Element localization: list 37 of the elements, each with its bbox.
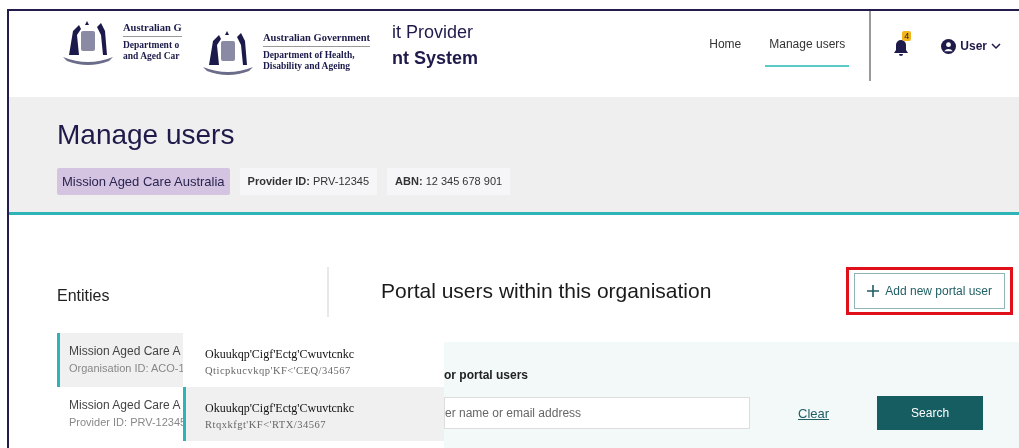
logo-department: and Aged Car [123,51,181,62]
search-label: or portal users [444,367,530,382]
nav-link[interactable]: Manage users [765,37,850,67]
entity-id: Organisation ID: ACO-1 [69,362,185,374]
add-user-button[interactable]: Add new portal user [854,273,1005,309]
popup-item-id: Rtqxkfgt'KF<'RTX/34567 [205,419,327,430]
site-title: it Provider [392,21,475,44]
clear-link[interactable]: Clear [798,405,830,421]
bell-icon [893,39,910,57]
entities-heading: Entities [57,286,111,305]
site-title: nt System [392,47,479,70]
logo-department: Disability and Ageing [263,61,352,72]
popup-item-name: Okuukqp'Cigf'Ectg'Cwuvtcnkc [205,347,356,362]
search-field[interactable]: er name or email address [444,397,750,429]
detail-tag: ABN: 12 345 678 901 [387,168,511,195]
notification-count: 4 [902,31,912,41]
popup-item-id: Qticpkucvkqp'KF<'CEQ/34567 [205,365,352,376]
logo-name: Australian G [123,22,182,37]
user-icon [941,38,957,54]
popup-item[interactable]: Okuukqp'Cigf'Ectg'Cwuvtcnkc Rtqxkfgt'KF<'RTX/34567 [183,387,444,441]
organisation-tag: Mission Aged Care Australia [57,168,230,195]
entity-name: Mission Aged Care A [69,398,182,412]
entity-item[interactable]: Mission Aged Care A Organisation ID: ACO-1 [57,333,185,387]
plus-icon [867,285,880,297]
chevron-down-icon [991,42,1001,50]
popup-item-name: Okuukqp'Cigf'Ectg'Cwuvtcnkc [205,401,356,416]
page-title: Manage users [57,118,236,151]
detail-tag: Provider ID: PRV-12345 [239,168,378,195]
logo-department: Department o [123,40,181,51]
nav-link[interactable]: Home [705,37,746,67]
logo-name: Australian Government [263,32,371,47]
search-button[interactable]: Search [877,396,984,430]
logo-department: Department of Health, [263,50,356,61]
notifications-button[interactable]: 4 [893,31,918,57]
section-heading: Portal users within this organisation [381,279,712,303]
entity-name: Mission Aged Care A [69,344,182,358]
user-menu-button[interactable]: User [935,37,1007,55]
